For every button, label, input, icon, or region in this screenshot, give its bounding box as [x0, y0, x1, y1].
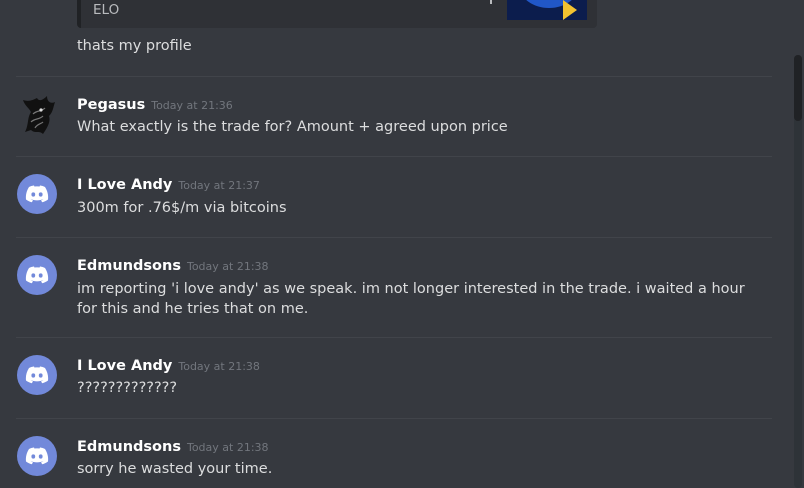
message-timestamp: Today at 21:37: [178, 179, 260, 192]
message-divider: [16, 76, 772, 77]
username-text[interactable]: Pegasus: [77, 97, 145, 113]
message-text: thats my profile: [77, 38, 192, 54]
discord-default-avatar[interactable]: [17, 355, 57, 395]
message-divider: [16, 418, 772, 419]
discord-default-avatar[interactable]: [17, 436, 57, 476]
message-text: sorry he wasted your time.: [77, 461, 273, 477]
message-timestamp: Today at 21:38: [178, 360, 260, 373]
message-text: im reporting 'i love andy' as we speak. …: [77, 281, 745, 317]
embed-text-fragment: [490, 0, 492, 4]
discord-logo-icon: [25, 447, 49, 465]
message-text: What exactly is the trade for? Amount + …: [77, 119, 508, 135]
username-text[interactable]: I Love Andy: [77, 358, 172, 374]
message-username[interactable]: I Love Andy Today at 21:38: [77, 358, 260, 374]
pegasus-avatar[interactable]: [19, 94, 57, 136]
message-text: ?????????????: [77, 380, 178, 396]
message-divider: [16, 337, 772, 338]
embed-text: ELO: [93, 2, 120, 18]
thumbnail-triangle: [563, 0, 577, 20]
link-embed[interactable]: ELO: [77, 0, 597, 28]
message-username[interactable]: Pegasus Today at 21:36: [77, 97, 233, 113]
message-divider: [16, 156, 772, 157]
message-username[interactable]: Edmundsons Today at 21:38: [77, 439, 269, 455]
discord-logo-icon: [25, 185, 49, 203]
username-text[interactable]: Edmundsons: [77, 258, 181, 274]
message-username[interactable]: I Love Andy Today at 21:37: [77, 177, 260, 193]
discord-default-avatar[interactable]: [17, 174, 57, 214]
pegasus-avatar-icon: [23, 96, 55, 134]
embed-thumbnail[interactable]: [507, 0, 587, 20]
message-text: 300m for .76$/m via bitcoins: [77, 200, 287, 216]
discord-logo-icon: [25, 266, 49, 284]
scrollbar-thumb[interactable]: [794, 55, 802, 121]
message-timestamp: Today at 21:38: [186, 441, 269, 454]
discord-default-avatar[interactable]: [17, 255, 57, 295]
username-text[interactable]: I Love Andy: [77, 177, 172, 193]
username-text[interactable]: Edmundsons: [77, 439, 181, 455]
message-username[interactable]: Edmundsons Today at 21:38: [77, 258, 269, 274]
discord-logo-icon: [25, 366, 49, 384]
message-divider: [16, 237, 772, 238]
message-timestamp: Today at 21:36: [151, 99, 233, 112]
message-timestamp: Today at 21:38: [186, 260, 269, 273]
